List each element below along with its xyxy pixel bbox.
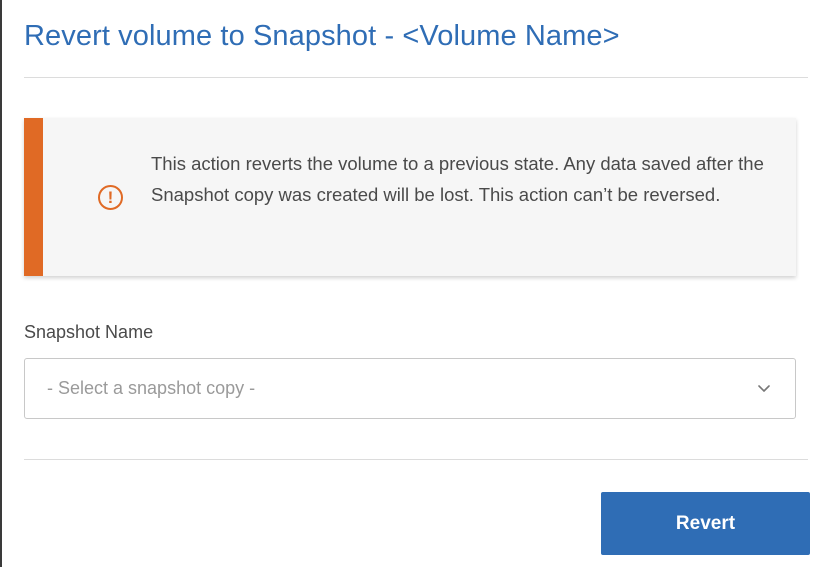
revert-volume-dialog: Revert volume to Snapshot - <Volume Name…: [0, 0, 830, 567]
snapshot-select[interactable]: - Select a snapshot copy -: [24, 358, 796, 419]
header-divider: [24, 77, 808, 78]
exclamation-circle-icon: !: [98, 185, 123, 210]
footer-divider: [24, 459, 808, 460]
chevron-down-icon: [758, 385, 770, 392]
snapshot-name-label: Snapshot Name: [24, 322, 154, 342]
warning-banner: ! This action reverts the volume to a pr…: [24, 118, 796, 276]
dialog-title: Revert volume to Snapshot - <Volume Name…: [24, 20, 620, 52]
warning-message: This action reverts the volume to a prev…: [151, 153, 764, 205]
revert-button[interactable]: Revert: [601, 492, 810, 555]
snapshot-select-placeholder: - Select a snapshot copy -: [47, 378, 256, 398]
